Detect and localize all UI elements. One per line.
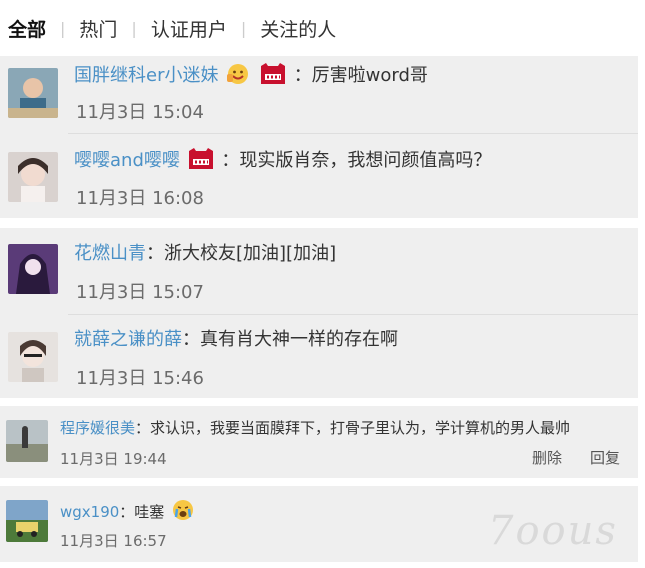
- divider: [68, 133, 638, 134]
- comment-text-line: 嘤嘤and嘤嘤 ：现实版肖奈，我想问颜值高吗？: [74, 148, 491, 173]
- username-link[interactable]: 花燃山青: [74, 243, 146, 264]
- username-link[interactable]: 程序媛很美: [60, 419, 135, 437]
- tab-following[interactable]: 关注的人: [246, 15, 350, 42]
- avatar[interactable]: [8, 68, 58, 118]
- avatar[interactable]: [8, 152, 58, 202]
- avatar[interactable]: [6, 420, 48, 462]
- avatar[interactable]: [6, 500, 48, 542]
- tab-hot[interactable]: 热门: [65, 15, 131, 42]
- comment-timestamp: 11月3日 15:07: [76, 282, 204, 303]
- tab-verified[interactable]: 认证用户: [137, 15, 241, 42]
- comment-body: ：厉害啦word哥: [293, 65, 428, 86]
- comment-text-line: 国胖继科er小迷妹 ：厉害啦word哥: [74, 62, 428, 88]
- comment-tabs: 全部 | 热门 | 认证用户 | 关注的人: [0, 0, 645, 56]
- avatar[interactable]: [8, 332, 58, 382]
- tab-all[interactable]: 全部: [0, 15, 60, 42]
- comment-block: 国胖继科er小迷妹 ：厉害啦word哥 11月3日 15:04 嘤嘤and嘤嘤 …: [0, 56, 638, 218]
- comment-body: ：现实版肖奈，我想问颜值高吗？: [221, 150, 492, 171]
- comment-text-line: 花燃山青：浙大校友[加油][加油]: [74, 242, 336, 266]
- comment-block: 程序媛很美：求认识，我要当面膜拜下，打骨子里认为，学计算机的男人最帅 11月3日…: [0, 406, 638, 478]
- comment-body: ：求认识，我要当面膜拜下，打骨子里认为，学计算机的男人最帅: [135, 419, 571, 437]
- username-link[interactable]: 嘤嘤and嘤嘤: [74, 150, 180, 171]
- comment-text-line: 就薛之谦的薛：真有肖大神一样的存在啊: [74, 328, 398, 352]
- divider: [68, 314, 638, 315]
- tmall-cat-icon: [188, 148, 214, 170]
- comment-text-line: wgx190：哇塞: [60, 498, 197, 522]
- comment-timestamp: 11月3日 16:08: [76, 188, 204, 209]
- comment-block: wgx190：哇塞 11月3日 16:57: [0, 486, 638, 562]
- tmall-cat-icon: [260, 63, 286, 85]
- comment-timestamp: 11月3日 19:44: [60, 450, 167, 468]
- thumbs-up-emoji-icon: [226, 62, 250, 86]
- delete-button[interactable]: 删除: [532, 447, 562, 468]
- comment-block: 花燃山青：浙大校友[加油][加油] 11月3日 15:07 就薛之谦的薛：真有肖…: [0, 228, 638, 398]
- reply-button[interactable]: 回复: [590, 447, 620, 468]
- comment-timestamp: 11月3日 15:04: [76, 102, 204, 123]
- comment-body: ：哇塞: [119, 503, 165, 521]
- comment-timestamp: 11月3日 15:46: [76, 368, 204, 389]
- comment-timestamp: 11月3日 16:57: [60, 532, 167, 550]
- crying-face-icon: [171, 498, 195, 522]
- username-link[interactable]: wgx190: [60, 503, 119, 521]
- comment-body: ：浙大校友[加油][加油]: [146, 243, 337, 264]
- avatar[interactable]: [8, 244, 58, 294]
- username-link[interactable]: 国胖继科er小迷妹: [74, 65, 218, 86]
- comment-body: ：真有肖大神一样的存在啊: [182, 329, 398, 350]
- username-link[interactable]: 就薛之谦的薛: [74, 329, 182, 350]
- comment-text-line: 程序媛很美：求认识，我要当面膜拜下，打骨子里认为，学计算机的男人最帅: [60, 418, 570, 438]
